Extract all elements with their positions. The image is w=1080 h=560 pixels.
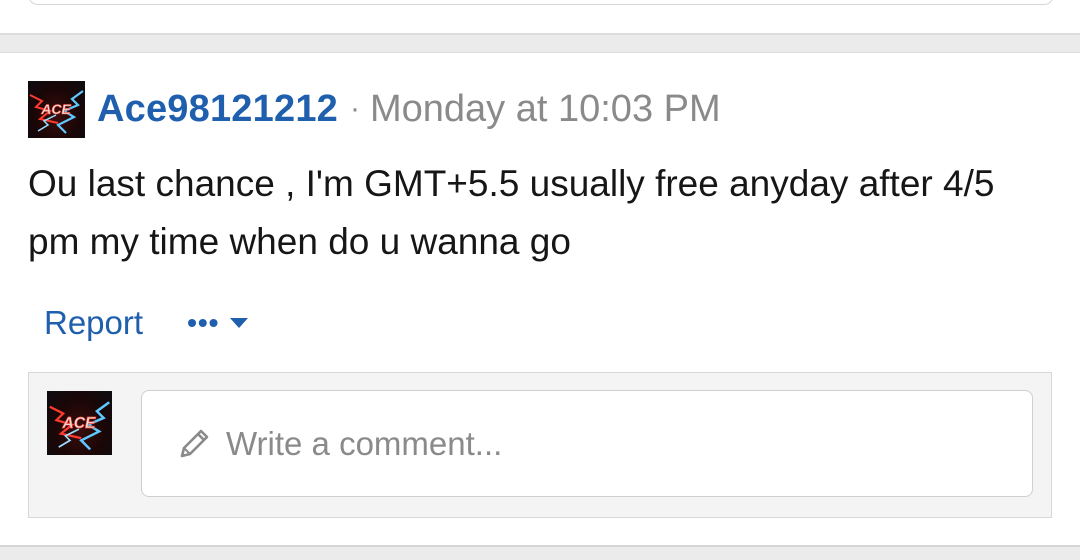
svg-text:ACE: ACE [61, 415, 96, 432]
more-options-button[interactable]: ••• [187, 309, 249, 337]
header-separator: · [349, 92, 360, 125]
post-timestamp-link[interactable]: Monday at 10:03 PM [370, 88, 721, 131]
ace-logo-icon: ACE [29, 89, 84, 134]
report-link[interactable]: Report [44, 304, 143, 342]
post-actions-bar: Report ••• [44, 301, 249, 345]
pencil-icon [180, 429, 209, 457]
post-message-text: Ou last chance , I'm GMT+5.5 usually fre… [28, 163, 995, 262]
comment-section: ACE Write a comment... [28, 372, 1052, 518]
ace-logo-icon: ACE [49, 401, 110, 451]
previous-post-footer [28, 0, 1054, 5]
svg-text:ACE: ACE [40, 101, 71, 117]
commenter-avatar: ACE [47, 391, 112, 455]
post-header: ACE Ace98121212 · Monday at 10:03 PM [28, 80, 721, 138]
author-username-link[interactable]: Ace98121212 [97, 88, 338, 131]
comment-placeholder-text: Write a comment... [226, 424, 503, 462]
more-dots-icon: ••• [187, 307, 220, 338]
caret-down-icon [230, 318, 249, 328]
write-comment-input[interactable]: Write a comment... [141, 390, 1033, 497]
author-avatar[interactable]: ACE [28, 80, 85, 138]
previous-post-card [0, 0, 1080, 35]
post-card: ACE Ace98121212 · Monday at 10:03 PM Ou … [0, 52, 1080, 547]
